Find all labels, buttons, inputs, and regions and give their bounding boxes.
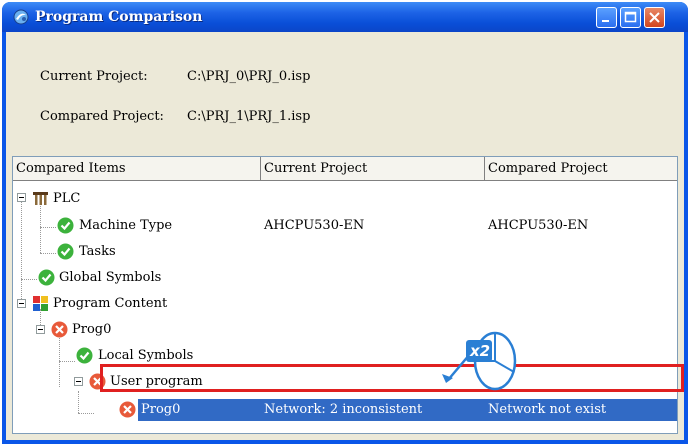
current-project-path: C:\PRJ_0\PRJ_0.isp [187,69,311,84]
tree-row-program-content[interactable]: Program Content [13,293,677,319]
tree-row-machine-type[interactable]: Machine Type AHCPU530-EN AHCPU530-EN [13,215,677,241]
compared-value: Network not exist [488,402,607,417]
current-value: Network: 2 inconsistent [264,402,423,417]
check-icon [76,347,93,364]
column-current-project[interactable]: Current Project [261,157,485,181]
tree-label: Program Content [53,296,168,311]
tree-row-prog0-network[interactable]: Prog0 Network: 2 inconsistent Network no… [13,399,677,421]
tree-label: PLC [53,191,81,206]
compared-project-label: Compared Project: [40,109,164,124]
current-project-label: Current Project: [40,69,148,84]
check-icon [57,243,74,260]
tree-label: Tasks [79,244,116,259]
maximize-icon [624,11,637,23]
app-icon [13,9,29,25]
tree-label: Global Symbols [59,270,162,285]
tree-label: Prog0 [141,402,181,417]
double-click-annotation [442,331,517,391]
tree-label: Local Symbols [98,348,194,363]
collapse-toggle[interactable] [74,377,83,386]
tree-label: Machine Type [79,218,173,233]
check-icon [38,269,55,286]
minimize-button[interactable] [596,7,617,28]
collapse-toggle[interactable] [36,325,45,334]
current-value: AHCPU530-EN [264,218,365,233]
list-header: Compared Items Current Project Compared … [13,157,677,181]
close-icon [649,12,660,23]
collapse-toggle[interactable] [17,193,26,202]
check-icon [57,217,74,234]
title-bar[interactable]: Program Comparison [2,2,688,32]
tree-row-tasks[interactable]: Tasks [13,241,677,267]
plc-icon [33,192,48,205]
error-icon [51,321,68,338]
comparison-list[interactable]: Compared Items Current Project Compared … [12,156,678,434]
minimize-icon [602,20,609,22]
tree-label: Prog0 [72,322,112,337]
double-click-badge: x2 [470,342,491,360]
tree-row-global-symbols[interactable]: Global Symbols [13,267,677,293]
tree-row-prog0[interactable]: Prog0 [13,319,677,345]
program-content-icon [33,296,48,311]
highlight-box [100,364,684,392]
close-button[interactable] [644,7,665,28]
compared-project-path: C:\PRJ_1\PRJ_1.isp [187,109,311,124]
tree-row-plc[interactable]: PLC [13,189,677,215]
window-title: Program Comparison [35,9,203,25]
error-icon [119,401,136,418]
column-compared-items[interactable]: Compared Items [13,157,261,181]
column-compared-project[interactable]: Compared Project [485,157,677,181]
collapse-toggle[interactable] [17,299,26,308]
compared-value: AHCPU530-EN [488,218,589,233]
maximize-button[interactable] [620,7,641,28]
